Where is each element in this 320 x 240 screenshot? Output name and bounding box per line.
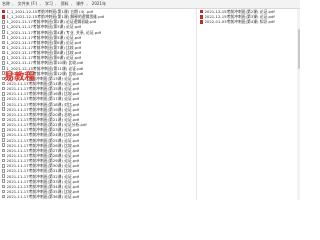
file-icon xyxy=(2,194,5,199)
pdf-icon xyxy=(2,9,5,14)
file-icon xyxy=(2,25,5,29)
pdf-icon xyxy=(200,14,203,19)
breadcrumb-item[interactable]: 2021年 xyxy=(92,1,106,7)
file-icon xyxy=(2,112,5,117)
file-icon xyxy=(2,143,5,148)
breadcrumb-separator-icon: › xyxy=(39,1,41,7)
scrollbar-thumb[interactable] xyxy=(297,29,300,69)
file-icon xyxy=(2,86,5,91)
file-icon xyxy=(2,138,5,142)
file-icon xyxy=(2,133,5,137)
file-explorer-window: 名称 › 文件夹 (F:) › 学习 › 资料 › 课件 › 2021年 1_1_2021-12-1… xyxy=(0,0,300,200)
file-icon xyxy=(2,174,5,178)
file-name: 2022-01-03考前冲刺班(第4课) 知识.pdf xyxy=(204,19,275,25)
file-icon xyxy=(2,179,5,183)
file-icon xyxy=(2,71,5,76)
file-icon xyxy=(2,76,5,81)
file-icon xyxy=(2,20,5,24)
breadcrumb-item[interactable]: 学习 xyxy=(45,1,53,7)
file-icon xyxy=(2,153,5,158)
file-list-left: 1_1_2021-12-15考前冲刺班(第1课) 五期 (4) .pdf 1_1_… xyxy=(0,9,196,200)
file-list-right: 2021-12-15考前冲刺班(第2课) 论证.pdf 2021-12-15考前冲… xyxy=(196,9,301,200)
file-icon xyxy=(2,92,5,96)
breadcrumb-separator-icon: › xyxy=(12,1,14,7)
file-icon xyxy=(2,50,5,55)
breadcrumb-separator-icon: › xyxy=(86,1,88,7)
file-icon xyxy=(2,35,5,40)
breadcrumb[interactable]: 名称 › 文件夹 (F:) › 学习 › 资料 › 课件 › 2021年 xyxy=(0,0,300,9)
file-icon xyxy=(2,56,5,60)
file-icon xyxy=(2,97,5,101)
breadcrumb-item[interactable]: 名称 xyxy=(2,1,10,7)
breadcrumb-item[interactable]: 文件夹 (F:) xyxy=(18,1,38,7)
file-icon xyxy=(2,184,5,189)
vertical-scrollbar[interactable] xyxy=(297,9,300,200)
file-icon xyxy=(2,128,5,132)
pdf-icon xyxy=(200,20,203,24)
breadcrumb-item[interactable]: 课件 xyxy=(76,1,84,7)
file-icon xyxy=(2,66,5,70)
file-icon xyxy=(2,122,5,127)
file-icon xyxy=(2,40,5,45)
file-icon xyxy=(2,30,5,34)
breadcrumb-separator-icon: › xyxy=(54,1,57,7)
file-icon xyxy=(2,107,5,112)
pdf-icon xyxy=(200,9,203,14)
file-icon xyxy=(2,163,5,168)
file-icon xyxy=(2,189,5,194)
file-row[interactable]: 2021-11-17考前冲刺班(第36课) 论证.pdf xyxy=(0,194,196,199)
pdf-icon xyxy=(2,14,5,19)
file-icon xyxy=(2,148,5,153)
file-icon xyxy=(2,81,5,86)
file-name: 2021-11-17考前冲刺班(第36课) 论证.pdf xyxy=(6,194,80,200)
breadcrumb-item[interactable]: 资料 xyxy=(61,1,69,7)
file-icon xyxy=(2,117,5,122)
file-icon xyxy=(2,102,5,106)
file-icon xyxy=(2,61,5,65)
breadcrumb-separator-icon: › xyxy=(70,1,73,7)
file-row[interactable]: 2022-01-03考前冲刺班(第4课) 知识.pdf xyxy=(197,19,301,24)
file-icon xyxy=(2,158,5,163)
file-icon xyxy=(2,45,5,50)
file-icon xyxy=(2,169,5,173)
